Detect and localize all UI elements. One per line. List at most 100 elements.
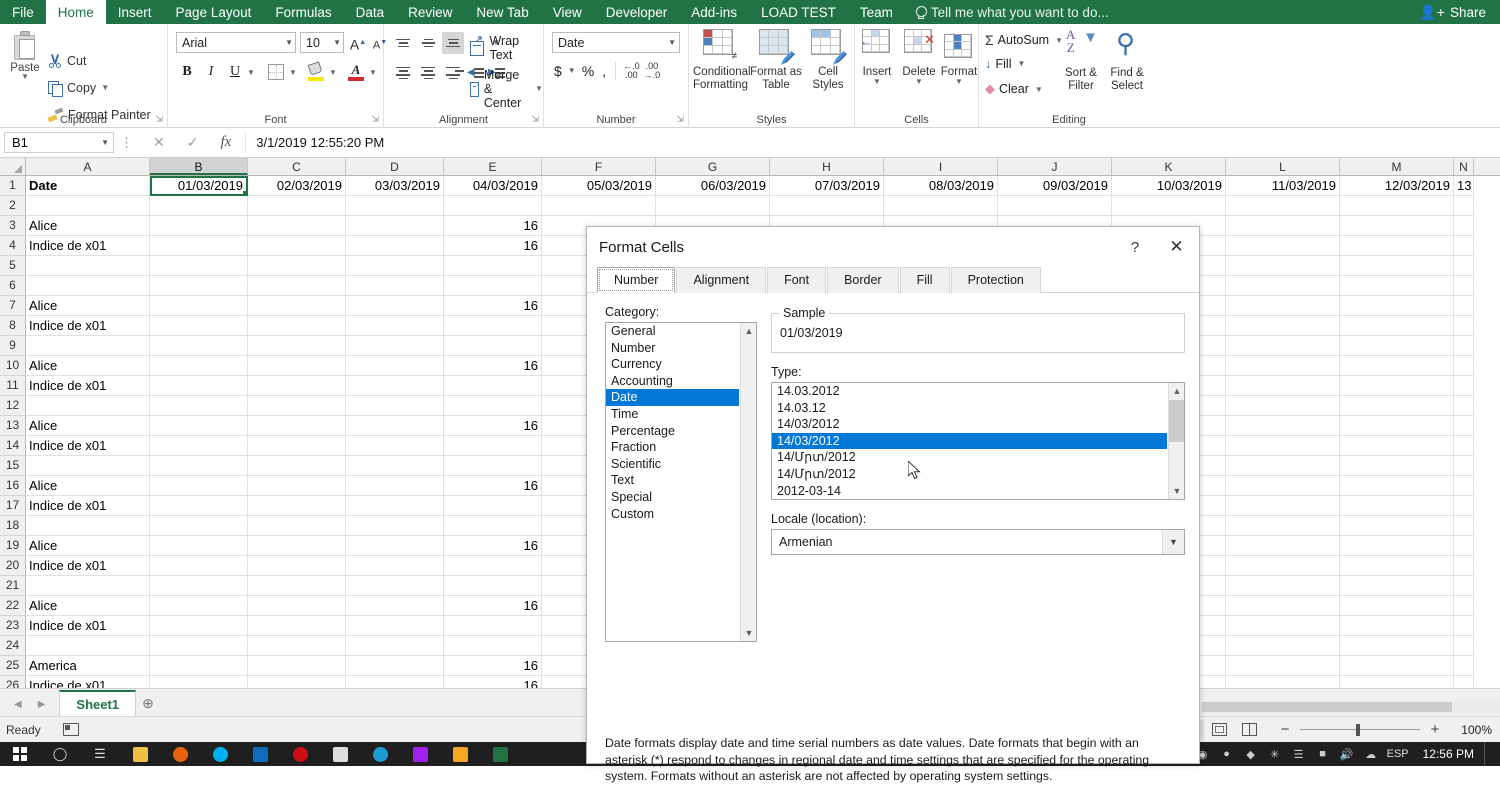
onedrive-icon[interactable]: ☁	[1359, 742, 1383, 766]
cell-M2[interactable]	[1340, 196, 1454, 216]
cell-C4[interactable]	[248, 236, 346, 256]
insert-function-icon[interactable]: fx	[220, 134, 231, 151]
cell-A4[interactable]: Indice de x01	[26, 236, 150, 256]
page-layout-view-button[interactable]	[1204, 720, 1234, 740]
cell-D4[interactable]	[346, 236, 444, 256]
ribbon-tab-page-layout[interactable]: Page Layout	[164, 0, 264, 24]
name-box[interactable]: B1 ▼	[4, 132, 114, 153]
column-header-j[interactable]: J	[998, 158, 1112, 175]
cell-A8[interactable]: Indice de x01	[26, 316, 150, 336]
cell-L2[interactable]	[1226, 196, 1340, 216]
cell-N26[interactable]	[1454, 676, 1474, 688]
cell-A12[interactable]	[26, 396, 150, 416]
cell-M8[interactable]	[1340, 316, 1454, 336]
row-header-1[interactable]: 1	[0, 176, 26, 196]
cell-M9[interactable]	[1340, 336, 1454, 356]
cell-N10[interactable]	[1454, 356, 1474, 376]
next-sheet-icon[interactable]: ▶	[38, 699, 46, 710]
cell-D8[interactable]	[346, 316, 444, 336]
cell-B23[interactable]	[150, 616, 248, 636]
category-item-2[interactable]: Currency	[606, 356, 739, 373]
cell-L15[interactable]	[1226, 456, 1340, 476]
tray-drive-icon[interactable]: ◆	[1239, 742, 1263, 766]
ribbon-tab-view[interactable]: View	[541, 0, 594, 24]
cell-N23[interactable]	[1454, 616, 1474, 636]
align-bottom-button[interactable]	[442, 32, 464, 54]
cell-C12[interactable]	[248, 396, 346, 416]
cell-C14[interactable]	[248, 436, 346, 456]
row-header-7[interactable]: 7	[0, 296, 26, 316]
row-header-14[interactable]: 14	[0, 436, 26, 456]
row-header-10[interactable]: 10	[0, 356, 26, 376]
cell-N25[interactable]	[1454, 656, 1474, 676]
bluetooth-icon[interactable]: ☰	[1287, 742, 1311, 766]
cell-E26[interactable]: 16	[444, 676, 542, 688]
cell-L10[interactable]	[1226, 356, 1340, 376]
cell-E2[interactable]	[444, 196, 542, 216]
cell-B17[interactable]	[150, 496, 248, 516]
underline-dropdown-icon[interactable]: ▼	[245, 60, 257, 84]
cell-D10[interactable]	[346, 356, 444, 376]
cell-E10[interactable]: 16	[444, 356, 542, 376]
type-item-3[interactable]: 14/03/2012	[772, 432, 1167, 450]
type-item-6[interactable]: 2012-03-14	[772, 483, 1167, 499]
cell-A13[interactable]: Alice	[26, 416, 150, 436]
cell-M11[interactable]	[1340, 376, 1454, 396]
category-listbox[interactable]: General Number Currency Accounting Date Time P…	[605, 322, 757, 642]
cell-L9[interactable]	[1226, 336, 1340, 356]
ribbon-tab-add-ins[interactable]: Add-ins	[679, 0, 749, 24]
cell-B9[interactable]	[150, 336, 248, 356]
cell-G2[interactable]	[656, 196, 770, 216]
row-header-22[interactable]: 22	[0, 596, 26, 616]
type-item-5[interactable]: 14/Մրտ/2012	[772, 466, 1167, 483]
cell-F2[interactable]	[542, 196, 656, 216]
cell-E17[interactable]	[444, 496, 542, 516]
cell-E11[interactable]	[444, 376, 542, 396]
cell-E8[interactable]	[444, 316, 542, 336]
cell-D7[interactable]	[346, 296, 444, 316]
cell-I2[interactable]	[884, 196, 998, 216]
font-color-dropdown-icon[interactable]: ▼	[367, 60, 379, 84]
cell-J2[interactable]	[998, 196, 1112, 216]
fill-color-dropdown-icon[interactable]: ▼	[327, 60, 339, 84]
cell-E1[interactable]: 04/03/2019	[444, 176, 542, 196]
row-header-13[interactable]: 13	[0, 416, 26, 436]
cell-A18[interactable]	[26, 516, 150, 536]
share-button[interactable]: 👤+ Share	[1413, 0, 1492, 24]
cell-A16[interactable]: Alice	[26, 476, 150, 496]
cell-M10[interactable]	[1340, 356, 1454, 376]
cell-L20[interactable]	[1226, 556, 1340, 576]
find-select-button[interactable]: ⚲ Find & Select	[1103, 28, 1151, 93]
ribbon-tab-formulas[interactable]: Formulas	[263, 0, 343, 24]
cell-M17[interactable]	[1340, 496, 1454, 516]
borders-dropdown-icon[interactable]: ▼	[287, 60, 299, 84]
ribbon-tab-data[interactable]: Data	[344, 0, 397, 24]
help-button[interactable]: ?	[1116, 227, 1154, 267]
edge-button[interactable]	[360, 742, 400, 766]
column-header-a[interactable]: A	[26, 158, 150, 175]
cell-E22[interactable]: 16	[444, 596, 542, 616]
tab-alignment[interactable]: Alignment	[676, 267, 767, 293]
cell-A9[interactable]	[26, 336, 150, 356]
cell-L1[interactable]: 11/03/2019	[1226, 176, 1340, 196]
cell-B16[interactable]	[150, 476, 248, 496]
ribbon-tab-new-tab[interactable]: New Tab	[464, 0, 540, 24]
fill-button[interactable]: ↓ Fill ▼	[985, 56, 1025, 71]
cell-B20[interactable]	[150, 556, 248, 576]
tab-protection[interactable]: Protection	[950, 267, 1041, 293]
cell-M18[interactable]	[1340, 516, 1454, 536]
cell-H2[interactable]	[770, 196, 884, 216]
column-header-i[interactable]: I	[884, 158, 998, 175]
cell-N17[interactable]	[1454, 496, 1474, 516]
category-item-1[interactable]: Number	[606, 340, 739, 357]
paste-button[interactable]: Paste ▼	[4, 30, 46, 81]
cell-M6[interactable]	[1340, 276, 1454, 296]
cell-D13[interactable]	[346, 416, 444, 436]
cell-L16[interactable]	[1226, 476, 1340, 496]
cell-L11[interactable]	[1226, 376, 1340, 396]
cell-I1[interactable]: 08/03/2019	[884, 176, 998, 196]
cell-M4[interactable]	[1340, 236, 1454, 256]
ribbon-tab-load-test[interactable]: LOAD TEST	[749, 0, 848, 24]
cell-C9[interactable]	[248, 336, 346, 356]
cell-E13[interactable]: 16	[444, 416, 542, 436]
